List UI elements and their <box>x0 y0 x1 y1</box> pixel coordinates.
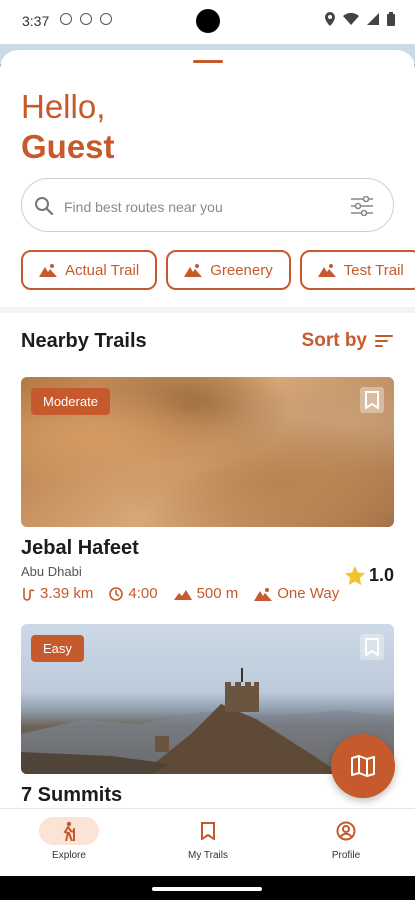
elevation-value: 500 m <box>196 585 239 602</box>
mountain-icon <box>317 264 336 277</box>
elevation-stat: 500 m <box>173 585 239 602</box>
sort-by-button[interactable]: Sort by <box>302 330 393 352</box>
bookmark-button[interactable] <box>360 634 384 660</box>
system-navigation-bar <box>0 876 415 900</box>
map-view-button[interactable] <box>331 734 395 798</box>
nav-explore[interactable]: Explore <box>19 817 119 861</box>
nav-profile-label: Profile <box>331 850 361 861</box>
trail-name: Jebal Hafeet <box>21 537 139 559</box>
nav-my-trails-pill <box>178 817 238 845</box>
status-system-icons <box>325 12 395 26</box>
greeting-name: Guest <box>21 128 115 165</box>
chip-actual-trail[interactable]: Actual Trail <box>21 250 158 290</box>
nav-explore-pill <box>39 817 99 845</box>
bookmark-button[interactable] <box>360 387 384 413</box>
distance-value: 3.39 km <box>40 585 94 602</box>
search-icon <box>35 197 54 216</box>
filter-icon[interactable] <box>351 196 373 216</box>
bottom-navigation: Explore My Trails Profile <box>0 808 415 876</box>
search-bar[interactable] <box>21 178 394 232</box>
mountain-icon <box>184 264 203 277</box>
nav-my-trails[interactable]: My Trails <box>158 817 258 861</box>
chip-label: Actual Trail <box>65 261 140 279</box>
rating-value: 1.0 <box>368 565 394 585</box>
hiker-icon <box>63 821 75 841</box>
route-type-value: One Way <box>277 585 340 602</box>
status-bar: 3:37 <box>0 0 415 44</box>
clock-icon <box>109 586 124 601</box>
app-icon <box>100 13 112 25</box>
profile-icon <box>336 821 356 841</box>
difficulty-badge: Easy <box>31 635 84 662</box>
category-chips: Actual Trail Greenery Test Trail <box>21 250 415 290</box>
sort-by-label: Sort by <box>301 330 367 351</box>
status-time: 3:37 <box>22 13 50 29</box>
signal-icon <box>367 13 379 25</box>
trail-location: Abu Dhabi <box>21 564 82 579</box>
trail-image: Moderate <box>21 377 394 527</box>
home-indicator[interactable] <box>152 887 262 891</box>
elevation-icon <box>173 589 192 600</box>
trail-card[interactable]: Moderate Jebal Hafeet Abu Dhabi 1.0 3.39… <box>21 377 394 602</box>
section-divider <box>0 307 415 313</box>
duration-stat: 4:00 <box>109 585 158 602</box>
wifi-icon <box>343 13 359 25</box>
nav-my-trails-label: My Trails <box>188 850 228 861</box>
camera-cutout <box>196 9 220 33</box>
blocked-icon <box>80 13 92 25</box>
status-notification-icons <box>60 13 112 25</box>
chip-label: Test Trail <box>343 261 404 279</box>
nearby-trails-title: Nearby Trails <box>21 330 147 352</box>
bookmark-icon <box>365 638 379 656</box>
battery-icon <box>387 12 395 26</box>
trail-name: 7 Summits <box>21 784 123 806</box>
route-type-stat: One Way <box>254 585 339 602</box>
mountain-icon <box>254 587 273 601</box>
greeting-hello: Hello, <box>21 88 106 125</box>
star-icon <box>344 566 365 585</box>
trail-rating: 1.0 <box>344 565 394 586</box>
bookmark-icon <box>201 822 215 840</box>
explore-sheet: Hello, Guest Actual Trail Greenery Test … <box>0 50 415 808</box>
sheet-drag-handle[interactable] <box>193 60 223 63</box>
distance-stat: 3.39 km <box>21 585 93 602</box>
location-icon <box>325 12 335 26</box>
chip-greenery[interactable]: Greenery <box>166 250 291 290</box>
chip-test-trail[interactable]: Test Trail <box>299 250 415 290</box>
bookmark-icon <box>365 391 379 409</box>
chip-label: Greenery <box>210 261 273 279</box>
difficulty-badge: Moderate <box>31 388 110 415</box>
notification-icon <box>60 13 72 25</box>
nav-profile[interactable]: Profile <box>296 817 396 861</box>
nav-profile-pill <box>316 817 376 845</box>
map-icon <box>351 755 375 777</box>
duration-value: 4:00 <box>128 585 158 602</box>
sort-icon <box>375 335 393 347</box>
trail-stats: 3.39 km 4:00 500 m One Way <box>21 585 394 602</box>
route-icon <box>23 587 35 601</box>
mountain-icon <box>39 264 57 277</box>
nav-explore-label: Explore <box>52 850 86 861</box>
search-input[interactable] <box>62 194 336 220</box>
